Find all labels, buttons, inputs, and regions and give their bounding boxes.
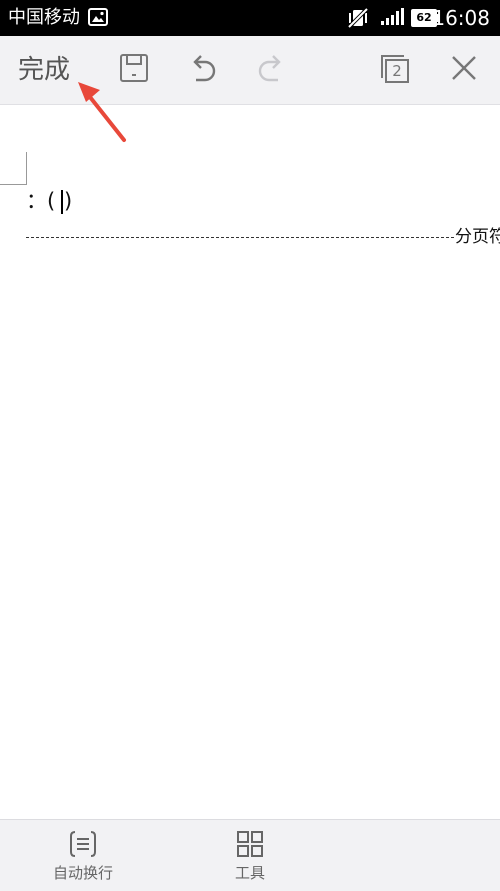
tools-grid-icon — [200, 830, 300, 858]
page-break-line — [26, 237, 454, 238]
tools-button[interactable]: 工具 — [200, 830, 300, 882]
document-canvas[interactable]: ：( ) 分页符 — [0, 105, 500, 819]
status-bar: 中国移动 62 16:08 — [0, 0, 500, 36]
document-text-end: ) — [64, 189, 73, 213]
signal-icon — [380, 8, 404, 30]
page-break-label: 分页符 — [455, 227, 500, 247]
redo-icon[interactable] — [254, 52, 288, 90]
carrier-name: 中国移动 — [8, 7, 80, 28]
bottom-toolbar: 自动换行 工具 — [0, 819, 500, 891]
close-icon[interactable] — [448, 52, 480, 88]
tools-label: 工具 — [234, 864, 265, 882]
auto-wrap-icon — [33, 830, 133, 858]
done-button[interactable]: 完成 — [18, 51, 70, 89]
auto-wrap-label: 自动换行 — [52, 864, 113, 882]
image-icon — [88, 8, 108, 30]
margin-marker — [0, 152, 27, 185]
clock: 16:08 — [432, 6, 490, 30]
annotation-arrow — [74, 78, 130, 150]
text-cursor — [61, 190, 63, 214]
vibrate-off-icon — [346, 7, 370, 33]
auto-wrap-button[interactable]: 自动换行 — [33, 830, 133, 882]
undo-icon[interactable] — [186, 52, 220, 90]
document-text: ：( — [26, 189, 56, 213]
pages-count: 2 — [392, 62, 402, 80]
